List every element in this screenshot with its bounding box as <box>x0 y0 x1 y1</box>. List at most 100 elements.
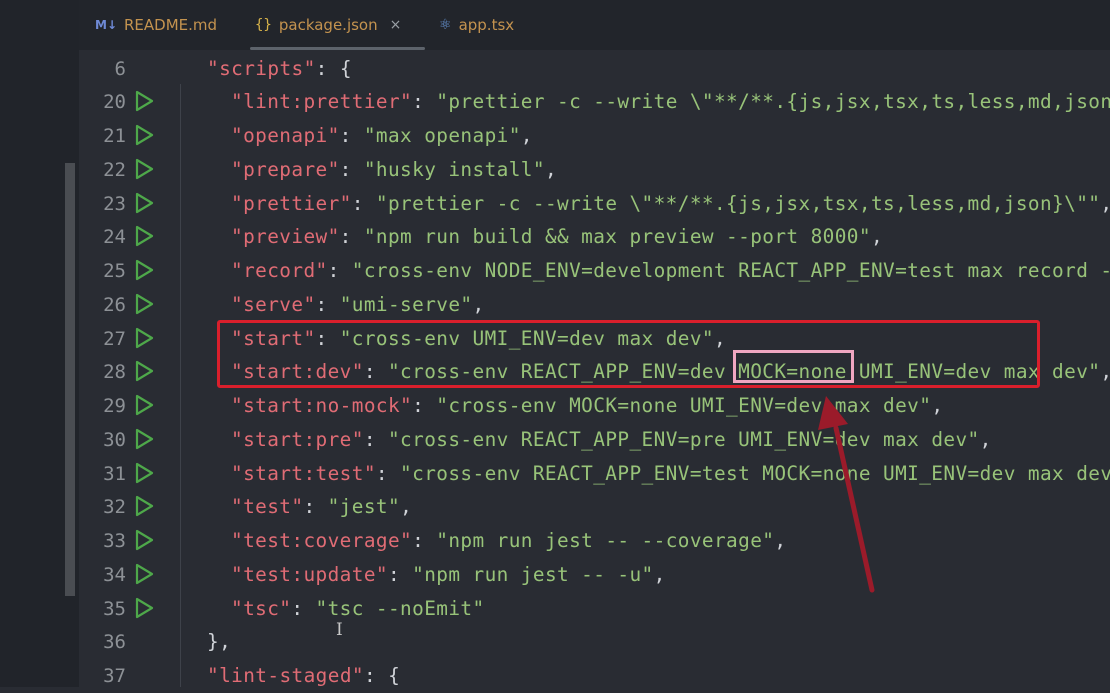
line-number-21: 21 <box>103 125 126 147</box>
line-number-6: 6 <box>114 58 126 80</box>
line-number-25: 25 <box>103 260 126 282</box>
tab-app-tsx[interactable]: ⚛ app.tsx <box>439 0 514 50</box>
line-number-31: 31 <box>103 463 126 485</box>
code-line-25: "record": "cross-env NODE_ENV=developmen… <box>231 254 1110 288</box>
punctuation: : { <box>315 57 352 80</box>
line-number-27: 27 <box>103 328 126 350</box>
run-script-icon[interactable] <box>133 529 155 551</box>
run-script-icon[interactable] <box>133 90 155 112</box>
json-key: "scripts" <box>207 57 316 80</box>
code-line-34: "test:update": "npm run jest -- -u", <box>231 563 666 586</box>
run-script-icon[interactable] <box>133 462 155 484</box>
punctuation: }, <box>207 630 232 653</box>
punctuation: , <box>472 293 485 316</box>
editor-tab-bar: M↓ README.md {} package.json × ⚛ app.tsx <box>79 0 1110 50</box>
tab-package-json[interactable]: {} package.json × <box>250 0 425 50</box>
tab-label: package.json <box>278 16 378 34</box>
json-value: "cross-env MOCK=none UMI_ENV=dev max dev… <box>436 394 932 417</box>
code-line-29: "start:no-mock": "cross-env MOCK=none UM… <box>231 394 944 417</box>
json-key: "start:dev" <box>231 360 364 383</box>
json-key: "openapi" <box>231 124 340 147</box>
json-key: "start:no-mock" <box>231 394 413 417</box>
run-script-icon[interactable] <box>133 394 155 416</box>
json-value: "husky install" <box>363 158 545 181</box>
code-line-23: "prettier": "prettier -c --write \"**/**… <box>231 187 1110 221</box>
run-script-icon[interactable] <box>133 360 155 382</box>
code-line-28: "start:dev": "cross-env REACT_APP_ENV=de… <box>231 355 1110 389</box>
run-script-icon[interactable] <box>133 225 155 247</box>
code-editor: "scripts": { "lint:prettier": "prettier … <box>0 0 1110 687</box>
line-number-22: 22 <box>103 159 126 181</box>
react-icon: ⚛ <box>439 17 452 33</box>
line-number-32: 32 <box>103 496 126 518</box>
run-script-icon[interactable] <box>133 259 155 281</box>
run-script-icon[interactable] <box>133 563 155 585</box>
json-value: "npm run jest -- -u" <box>412 563 654 586</box>
markdown-icon: M↓ <box>95 18 117 32</box>
run-script-icon[interactable] <box>133 192 155 214</box>
punctuation: , <box>544 158 558 181</box>
code-line-20: "lint:prettier": "prettier -c --write \"… <box>231 85 1110 119</box>
indent-guide <box>180 84 181 687</box>
json-value: "cross-env UMI_ENV=dev max dev" <box>339 327 714 350</box>
active-tab-indicator <box>250 47 425 50</box>
highlight-box-mock-none <box>733 350 854 383</box>
run-script-icon[interactable] <box>133 597 155 619</box>
run-script-icon[interactable] <box>133 428 155 450</box>
json-key: "prepare" <box>231 158 340 181</box>
run-script-icon[interactable] <box>133 124 155 146</box>
code-line-30: "start:pre": "cross-env REACT_APP_ENV=pr… <box>231 428 992 451</box>
activity-bar <box>0 0 79 687</box>
json-value: "tsc --noEmit" <box>315 597 485 620</box>
code-line-26: "serve": "umi-serve", <box>231 293 485 316</box>
line-number-26: 26 <box>103 294 126 316</box>
code-line-21: "openapi": "max openapi", <box>231 124 533 147</box>
run-script-icon[interactable] <box>133 293 155 315</box>
line-number-35: 35 <box>103 598 126 620</box>
json-value: "umi-serve" <box>339 293 473 316</box>
run-script-icon[interactable] <box>133 158 155 180</box>
json-key: "test" <box>231 495 304 518</box>
run-script-icon[interactable] <box>133 495 155 517</box>
json-value: "cross-env NODE_ENV=development REACT_AP… <box>351 259 1110 282</box>
line-number-24: 24 <box>103 226 126 248</box>
punctuation: , <box>1100 192 1110 215</box>
scrollbar-thumb[interactable] <box>65 163 75 596</box>
punctuation: , <box>870 225 884 248</box>
close-icon[interactable]: × <box>390 17 402 33</box>
json-key: "record" <box>231 259 328 282</box>
tab-readme[interactable]: M↓ README.md <box>95 0 217 50</box>
line-number-23: 23 <box>103 193 126 215</box>
json-value: "prettier -c --write \"**/**.{js,jsx,tsx… <box>436 90 1110 113</box>
line-gutter: 6 20 21 22 23 24 25 26 27 28 29 30 31 32 33 34 35 36 37 <box>79 50 159 687</box>
line-number-34: 34 <box>103 564 126 586</box>
punctuation: , <box>520 124 533 147</box>
json-key: "start:test" <box>231 462 376 485</box>
json-key: "start" <box>231 327 316 350</box>
punctuation: , <box>1100 360 1110 383</box>
code-line-27: "start": "cross-env UMI_ENV=dev max dev"… <box>231 327 727 350</box>
json-key: "start:pre" <box>231 428 364 451</box>
json-key: "lint:prettier" <box>231 90 413 113</box>
json-icon: {} <box>255 17 272 33</box>
tab-label: app.tsx <box>458 16 515 34</box>
line-number-33: 33 <box>103 530 126 552</box>
punctuation: , <box>653 563 666 586</box>
json-value: "cross-env REACT_APP_ENV=pre UMI_ENV=dev… <box>387 428 980 451</box>
json-key: "prettier" <box>231 192 352 215</box>
arrow-head <box>818 396 848 430</box>
json-value: "cross-env REACT_APP_ENV=dev MOCK=none U… <box>387 360 1101 383</box>
code-line-33: "test:coverage": "npm run jest -- --cove… <box>231 529 787 552</box>
code-line-37: "lint-staged": { <box>207 659 400 693</box>
punctuation: , <box>931 394 944 417</box>
code-line-24: "preview": "npm run build && max preview… <box>231 225 884 248</box>
highlight-box-start-scripts <box>217 320 1040 388</box>
run-script-icon[interactable] <box>133 327 155 349</box>
arrow-shaft <box>833 425 875 593</box>
line-number-30: 30 <box>103 429 126 451</box>
json-key: "serve" <box>231 293 316 316</box>
code-line-6: "scripts": { <box>207 52 352 86</box>
json-key: "test:coverage" <box>231 529 413 552</box>
json-key: "test:update" <box>231 563 388 586</box>
punctuation: , <box>714 327 727 350</box>
